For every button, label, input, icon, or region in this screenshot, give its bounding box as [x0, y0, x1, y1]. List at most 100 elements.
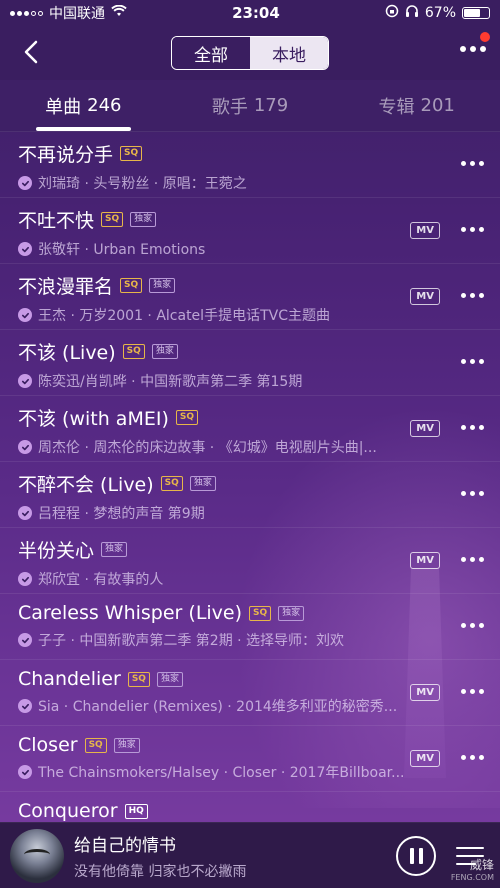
song-title-line: 不醉不会 (Live) SQ 独家 — [18, 470, 482, 497]
song-subtitle: The Chainsmokers/Halsey · Closer · 2017年… — [38, 765, 403, 781]
song-subtitle: 张敬轩 · Urban Emotions — [38, 242, 206, 258]
song-row[interactable]: 半份关心 独家郑欣宜 · 有故事的人 MV — [0, 528, 500, 594]
downloaded-check-icon — [18, 242, 32, 256]
song-row[interactable]: 不吐不快 SQ 独家 张敬轩 · Urban Emotions MV — [0, 198, 500, 264]
song-meta-line: Sia · Chandelier (Remixes) · 2014维多利亚的秘密… — [18, 696, 403, 716]
more-options-button[interactable] — [460, 46, 486, 52]
mv-button[interactable]: MV — [410, 750, 440, 767]
hq-badge: HQ — [124, 803, 148, 819]
downloaded-check-icon — [18, 765, 32, 779]
song-title: Conqueror — [18, 800, 118, 822]
downloaded-check-icon — [18, 440, 32, 454]
exclusive-badge: 独家 — [113, 737, 140, 753]
song-title-line: 不再说分手 SQ — [18, 140, 482, 167]
song-more-button[interactable] — [461, 491, 484, 496]
chevron-left-icon — [24, 40, 38, 64]
segment-local[interactable]: 本地 — [250, 37, 328, 69]
song-title-line: 不该 (Live) SQ 独家 — [18, 338, 482, 365]
now-playing-info[interactable]: 给自己的情书 没有他倚靠 归家也不必撇雨 — [74, 831, 396, 881]
mv-button[interactable]: MV — [410, 288, 440, 305]
tab-artists[interactable]: 歌手 179 — [167, 80, 334, 131]
song-subtitle: 周杰伦 · 周杰伦的床边故事 · 《幻城》电视剧片头曲|... — [38, 440, 377, 456]
downloaded-check-icon — [18, 633, 32, 647]
song-title: Careless Whisper (Live) — [18, 602, 243, 624]
song-meta-line: 吕程程 · 梦想的声音 第9期 — [18, 503, 403, 523]
battery-percent: 67% — [424, 5, 456, 21]
mv-button[interactable]: MV — [410, 420, 440, 437]
song-row[interactable]: Chandelier SQ 独家 Sia · Chandelier (Remixes)… — [0, 660, 500, 726]
segment-all[interactable]: 全部 — [172, 37, 250, 69]
battery-icon — [462, 7, 490, 19]
downloaded-check-icon — [18, 699, 32, 713]
song-subtitle: 刘瑞琦 · 头号粉丝 · 原唱：王菀之 — [38, 176, 247, 192]
song-meta-line: 周杰伦 · 周杰伦的床边故事 · 《幻城》电视剧片头曲|... — [18, 437, 403, 457]
song-more-button[interactable] — [461, 557, 484, 562]
song-title: 不再说分手 — [18, 144, 114, 166]
mv-button[interactable]: MV — [410, 222, 440, 239]
back-button[interactable] — [18, 38, 46, 66]
song-meta-line: 子子 · 中国新歌声第二季 第2期 · 选择导师：刘欢 — [18, 630, 403, 650]
song-row[interactable]: Careless Whisper (Live) SQ 独家 子子 · 中国新歌声第二季… — [0, 594, 500, 660]
category-tabs: 单曲 246 歌手 179 专辑 201 — [0, 80, 500, 132]
song-meta-line: 郑欣宜 · 有故事的人 — [18, 569, 403, 589]
song-row[interactable]: 不该 (Live) SQ 独家 陈奕迅/肖凯晔 · 中国新歌声第二季 第15期 — [0, 330, 500, 396]
sq-badge: SQ — [84, 737, 107, 753]
notification-dot — [480, 32, 490, 42]
mv-button[interactable]: MV — [410, 552, 440, 569]
song-list: 不再说分手 SQ 刘瑞琦 · 头号粉丝 · 原唱：王菀之 不吐不快 SQ 独家 张敬轩 · … — [0, 132, 500, 832]
tab-count: 179 — [253, 95, 289, 116]
sq-badge: SQ — [175, 410, 198, 425]
song-row[interactable]: 不醉不会 (Live) SQ 独家 吕程程 · 梦想的声音 第9期 — [0, 462, 500, 528]
carrier-name: 中国联通 — [49, 6, 105, 22]
exclusive-badge: 独家 — [156, 671, 183, 687]
exclusive-badge: 独家 — [278, 605, 305, 621]
song-more-button[interactable] — [461, 293, 484, 298]
tab-songs[interactable]: 单曲 246 — [0, 80, 167, 131]
song-more-button[interactable] — [461, 623, 484, 628]
watermark-small: FENG.COM — [450, 873, 494, 882]
watermark: 威锋 FENG.COM — [451, 856, 494, 882]
song-meta-line: 王杰 · 万岁2001 · Alcatel手提电话TVC主题曲 — [18, 305, 403, 325]
song-more-button[interactable] — [461, 227, 484, 232]
song-title-line: Conqueror HQ — [18, 800, 482, 822]
exclusive-badge: 独家 — [130, 212, 157, 227]
album-cover[interactable] — [10, 828, 64, 883]
orientation-lock-icon — [385, 4, 399, 22]
mini-player[interactable]: 给自己的情书 没有他倚靠 归家也不必撇雨 威锋 FENG.COM — [0, 822, 500, 888]
song-title: 不吐不快 — [18, 210, 95, 232]
sq-badge: SQ — [160, 476, 183, 491]
watermark-text: 威锋 — [469, 858, 494, 872]
downloaded-check-icon — [18, 374, 32, 388]
song-more-button[interactable] — [461, 161, 484, 166]
song-title: Closer — [18, 734, 78, 756]
song-more-button[interactable] — [461, 755, 484, 760]
exclusive-badge: 独家 — [101, 542, 128, 557]
song-title: 不该 (Live) — [18, 342, 116, 364]
clock: 23:04 — [232, 4, 280, 22]
headphones-icon — [405, 4, 419, 22]
tab-label: 专辑 — [378, 96, 415, 118]
exclusive-badge: 独家 — [189, 476, 216, 491]
mv-button[interactable]: MV — [410, 684, 440, 701]
signal-icon — [10, 10, 43, 16]
song-more-button[interactable] — [461, 425, 484, 430]
downloaded-check-icon — [18, 176, 32, 190]
song-more-button[interactable] — [461, 359, 484, 364]
song-row[interactable]: Closer SQ 独家 The Chainsmokers/Halsey · Clos… — [0, 726, 500, 792]
sq-badge: SQ — [127, 671, 150, 687]
tab-label: 单曲 — [45, 96, 82, 118]
exclusive-badge: 独家 — [151, 344, 178, 359]
song-title: Chandelier — [18, 668, 121, 690]
song-row[interactable]: 不该 (with aMEI) SQ 周杰伦 · 周杰伦的床边故事 · 《幻城》电视剧… — [0, 396, 500, 462]
exclusive-badge: 独家 — [149, 278, 176, 293]
song-more-button[interactable] — [461, 689, 484, 694]
sq-badge: SQ — [120, 278, 143, 293]
song-title: 半份关心 — [18, 540, 95, 562]
song-row[interactable]: 不浪漫罪名 SQ 独家 王杰 · 万岁2001 · Alcatel手提电话TVC主题曲… — [0, 264, 500, 330]
pause-button[interactable] — [396, 835, 436, 876]
song-row[interactable]: 不再说分手 SQ 刘瑞琦 · 头号粉丝 · 原唱：王菀之 — [0, 132, 500, 198]
pause-icon — [409, 847, 414, 864]
tab-count: 246 — [87, 95, 122, 116]
tab-label: 歌手 — [211, 96, 248, 118]
tab-albums[interactable]: 专辑 201 — [333, 80, 500, 131]
